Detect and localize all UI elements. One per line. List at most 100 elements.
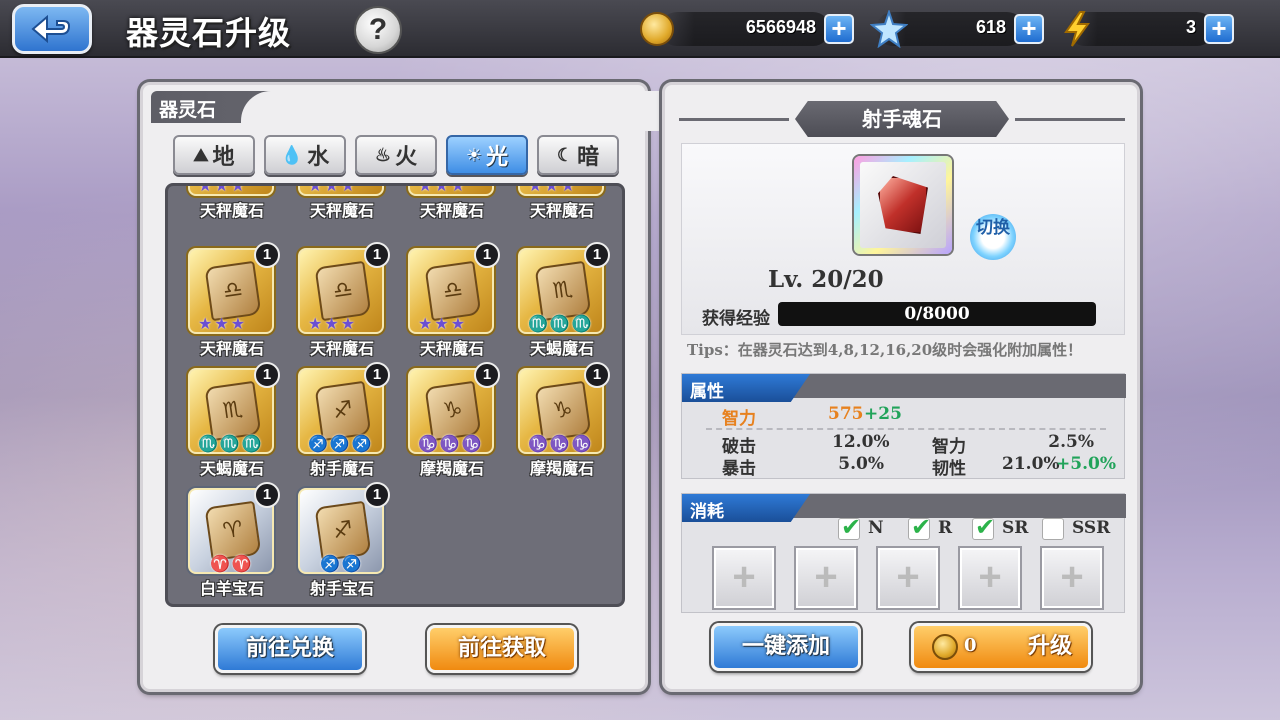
inventory-title: 器灵石: [159, 99, 217, 121]
consume-section: 消耗 ✔ N ✔ R ✔ SR SSR + + + + +: [681, 493, 1126, 613]
check-icon: ✔: [975, 513, 996, 541]
main-stat-bonus: +25: [864, 404, 902, 424]
star-rating: ♐♐♐: [308, 434, 374, 453]
material-slot[interactable]: +: [876, 546, 940, 610]
count-badge: 1: [254, 242, 280, 268]
star-rating: ♑♑♑: [528, 434, 594, 453]
filter-ssr-checkbox[interactable]: [1042, 518, 1064, 540]
list-item[interactable]: ★★★ 天秤魔石: [518, 183, 608, 224]
back-button[interactable]: [12, 4, 92, 54]
page-title: 器灵石升级: [126, 14, 292, 52]
dark-icon: ☾: [556, 144, 574, 166]
list-item[interactable]: ♏ 1 ♏♏♏ 天蝎魔石: [518, 242, 610, 362]
list-item[interactable]: ♑ 1 ♑♑♑ 摩羯魔石: [518, 362, 610, 482]
material-slot[interactable]: +: [794, 546, 858, 610]
tab-light[interactable]: ☀ 光: [446, 135, 528, 175]
list-item[interactable]: ★★★ 天秤魔石: [298, 186, 388, 224]
tips-text: Tips：在器灵石达到4,8,12,16,20级时会强化附加属性！: [687, 341, 1083, 359]
tab-earth[interactable]: ⛰ 地: [173, 135, 255, 175]
capricorn-stone-icon: ♑: [424, 380, 482, 442]
star-rating: ★★★: [308, 314, 358, 333]
water-icon: 💧: [280, 144, 304, 166]
exp-label: 获得经验: [702, 309, 770, 329]
sagittarius-stone-icon: ♐: [314, 380, 372, 442]
libra-stone-icon: ♎: [204, 260, 262, 322]
count-badge: 1: [474, 362, 500, 388]
list-item[interactable]: ♏ 1 ♏♏♏ 天蝎魔石: [188, 362, 280, 482]
stone-inventory-panel: 器灵石 ⛰ 地 💧 水 ♨ 火 ☀ 光 ☾ 暗 ★★★ 天秤魔石 ★★★ 天秤魔石 ★★★ 天秤…: [140, 82, 661, 692]
count-badge: 1: [364, 242, 390, 268]
filter-sr-checkbox[interactable]: ✔: [972, 513, 995, 541]
upgrade-cost: 0: [964, 635, 977, 656]
top-bar: 器灵石升级 ? 6566948 + 618 + 3 +: [0, 0, 1280, 58]
main-stat-value: 575: [828, 404, 864, 424]
switch-button[interactable]: 切换: [970, 214, 1016, 260]
scorpio-stone-icon: ♏: [534, 260, 592, 322]
material-slot[interactable]: +: [1040, 546, 1104, 610]
help-button[interactable]: ?: [354, 6, 402, 54]
main-stat-name: 智力: [722, 409, 756, 429]
list-item[interactable]: ★★★ 天秤魔石: [408, 183, 498, 224]
count-badge: 1: [364, 482, 390, 508]
add-energy-button[interactable]: +: [1204, 14, 1234, 44]
tab-dark[interactable]: ☾ 暗: [537, 135, 619, 175]
add-gold-button[interactable]: +: [824, 14, 854, 44]
list-item[interactable]: ♈ 1 ♈♈ 白羊宝石: [188, 482, 280, 602]
star-rating: ♑♑♑: [418, 434, 484, 453]
upgrade-button[interactable]: 0 升级: [911, 623, 1091, 671]
list-item[interactable]: ♎ 1 ★★★ 天秤魔石: [188, 242, 280, 362]
filter-sr-label: SR: [1002, 518, 1029, 538]
earth-icon: ⛰: [193, 144, 209, 166]
stone-name-title: 射手魂石: [795, 101, 1009, 137]
stat-bonus: +5.0%: [1056, 454, 1116, 474]
list-item[interactable]: ♎ 1 ★★★ 天秤魔石: [298, 242, 390, 362]
star-rating: ★★★: [528, 183, 578, 195]
upgrade-label: 升级: [1028, 633, 1073, 659]
star-rating: ★★★: [418, 183, 468, 195]
filter-n-checkbox[interactable]: ✔: [838, 513, 861, 541]
count-badge: 1: [254, 362, 280, 388]
quick-add-button[interactable]: 一键添加: [711, 623, 861, 671]
stone-showcase: 切换 Lv. 20/20 获得经验 0/8000: [681, 143, 1125, 335]
filter-r-label: R: [938, 518, 953, 538]
stat-value: 12.0%: [832, 432, 890, 452]
consume-title: 消耗: [682, 494, 810, 522]
count-badge: 1: [474, 242, 500, 268]
filter-ssr-label: SSR: [1072, 518, 1111, 538]
star-rating: ♏♏♏: [198, 434, 264, 453]
list-item[interactable]: ★★★ 天秤魔石: [188, 183, 278, 224]
star-rating: ★★★: [198, 183, 248, 195]
list-item[interactable]: ♐ 1 ♐♐ 射手宝石: [298, 482, 390, 602]
obtain-button[interactable]: 前往获取: [427, 625, 577, 673]
level-text: Lv. 20/20: [768, 266, 884, 293]
stat-name: 韧性: [932, 459, 966, 479]
filter-r-checkbox[interactable]: ✔: [908, 513, 931, 541]
attributes-title: 属性: [682, 374, 810, 402]
capricorn-stone-icon: ♑: [534, 380, 592, 442]
material-slot[interactable]: +: [712, 546, 776, 610]
exp-progress-bar: 0/8000: [778, 302, 1096, 326]
libra-stone-icon: ♎: [314, 260, 372, 322]
gold-coin-icon: [932, 634, 958, 660]
stone-grid: ★★★ 天秤魔石 ★★★ 天秤魔石 ★★★ 天秤魔石 ★★★ 天秤魔石 ♎ 1 ★★★ 天秤魔…: [165, 183, 625, 607]
selected-stone-card: [854, 156, 952, 254]
crystal-value: 618: [975, 17, 1006, 37]
add-crystal-button[interactable]: +: [1014, 14, 1044, 44]
gold-value: 6566948: [745, 17, 816, 37]
sagittarius-soulstone-icon: [878, 176, 928, 234]
exchange-button[interactable]: 前往兑换: [215, 625, 365, 673]
list-item[interactable]: ♑ 1 ♑♑♑ 摩羯魔石: [408, 362, 500, 482]
list-item[interactable]: ♎ 1 ★★★ 天秤魔石: [408, 242, 500, 362]
tab-fire[interactable]: ♨ 火: [355, 135, 437, 175]
energy-bolt-icon: [1064, 11, 1090, 47]
star-rating: ★★★: [418, 314, 468, 333]
material-slot[interactable]: +: [958, 546, 1022, 610]
energy-value: 3: [1185, 17, 1196, 37]
libra-stone-icon: ♎: [424, 260, 482, 322]
stat-value: 5.0%: [838, 454, 884, 474]
crystal-star-icon: [870, 10, 908, 48]
sagittarius-gem-icon: ♐: [314, 500, 372, 562]
check-icon: ✔: [911, 513, 932, 541]
list-item[interactable]: ♐ 1 ♐♐♐ 射手魔石: [298, 362, 390, 482]
tab-water[interactable]: 💧 水: [264, 135, 346, 175]
